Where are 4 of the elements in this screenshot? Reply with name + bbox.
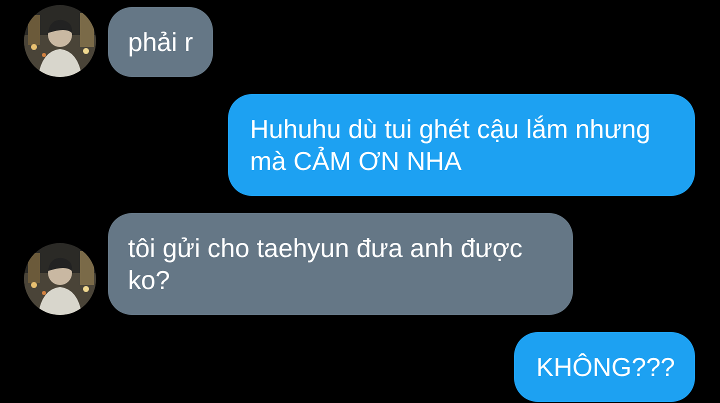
message-bubble: KHÔNG??? bbox=[514, 332, 695, 402]
message-bubble: phải r bbox=[108, 7, 214, 77]
message-bubble: Huhuhu dù tui ghét cậu lắm nhưng mà CẢM ƠN NHA bbox=[228, 94, 695, 196]
message-bubble: tôi gửi cho taehyun đưa anh được ko? bbox=[108, 213, 573, 315]
